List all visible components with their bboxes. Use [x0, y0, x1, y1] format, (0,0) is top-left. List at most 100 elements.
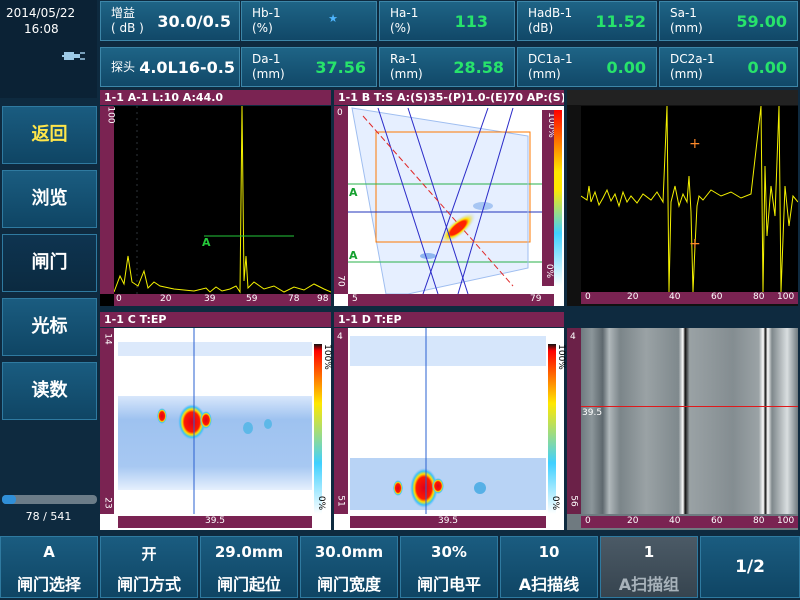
c-scan-pct-top: 100%: [321, 344, 332, 370]
grayscale-x-tick: 60: [711, 516, 723, 526]
hb1-value: ★: [328, 12, 338, 25]
dc1a-value: 0.00: [606, 58, 646, 77]
a-scan-x-ruler: 0 20 39 59 78 98: [114, 294, 331, 306]
sa1-value: 59.00: [736, 12, 787, 31]
c-scan-color-scale: [314, 344, 322, 514]
grayscale-cursor-line: [581, 406, 798, 407]
d-scan-title: 1-1 D T:EP: [334, 312, 564, 327]
a-scan-line-button[interactable]: 10 A扫描线: [500, 536, 598, 598]
d-scan-y-ruler: 4 51: [334, 328, 348, 514]
depth-trace-x-tick: 40: [669, 292, 681, 302]
gate-level-label: 闸门电平: [416, 575, 481, 594]
grayscale-x-tick: 80: [753, 516, 765, 526]
s-scan-y-bot: 70: [335, 275, 346, 287]
menu-browse-button[interactable]: 浏览: [2, 170, 97, 228]
ra1-cell[interactable]: Ra-1 (mm) 28.58: [379, 47, 515, 87]
gate-start-value: 29.0mm: [214, 543, 284, 561]
gate-start-button[interactable]: 29.0mm 闸门起位: [200, 536, 298, 598]
a-scan-group-button[interactable]: 1 A扫描组: [600, 536, 698, 598]
a-scan-gate-label: A: [202, 236, 211, 249]
gate-width-button[interactable]: 30.0mm 闸门宽度: [300, 536, 398, 598]
gate-mode-label: 闸门方式: [116, 575, 181, 594]
gain-label: 增益: [111, 6, 136, 20]
hadb1-value: 11.52: [595, 12, 646, 31]
sa1-cell[interactable]: Sa-1 (mm) 59.00: [659, 1, 798, 41]
gate-width-value: 30.0mm: [314, 543, 384, 561]
ha1-label: Ha-1: [390, 6, 419, 20]
d-scan-view[interactable]: 4 51 100% 0% 39.5: [334, 328, 566, 530]
sa1-unit: (mm): [670, 21, 703, 35]
gate-level-button[interactable]: 30% 闸门电平: [400, 536, 498, 598]
gate-mode-button[interactable]: 开 闸门方式: [100, 536, 198, 598]
s-scan-image: [348, 107, 554, 294]
a-scan-x-tick: 98: [317, 294, 329, 304]
depth-trace-signal: + +: [581, 106, 798, 292]
grayscale-cursor-value: 39.5: [582, 408, 603, 418]
dc2a-cell[interactable]: DC2a-1 (mm) 0.00: [659, 47, 798, 87]
c-scan-pct-bot: 0%: [316, 495, 327, 511]
a-scan-view[interactable]: 100 A 0 20 39 59 78 98: [100, 106, 331, 306]
gain-cell[interactable]: 增益( dB ) 30.0/0.5: [100, 1, 240, 41]
date-text: 2014/05/22: [6, 6, 76, 20]
menu-readout-button[interactable]: 读数: [2, 362, 97, 420]
file-progress-fill: [2, 495, 16, 504]
hadb1-cell[interactable]: HadB-1 (dB) 11.52: [517, 1, 657, 41]
ra1-label: Ra-1: [390, 52, 418, 66]
hb1-label: Hb-1: [252, 6, 281, 20]
file-progress-bar[interactable]: [2, 495, 97, 504]
dc1a-unit: (mm): [528, 67, 561, 81]
a-scan-x-tick: 20: [160, 294, 172, 304]
c-scan-view[interactable]: 14 23 100% 0% 39.5: [100, 328, 332, 530]
menu-back-button[interactable]: 返回: [2, 106, 97, 164]
a-scan-title: 1-1 A-1 L:10 A:44.0: [100, 90, 331, 105]
c-scan-y-ruler: 14 23: [100, 328, 114, 514]
ha1-unit: (%): [390, 21, 411, 35]
gate-select-value: A: [43, 543, 55, 561]
s-scan-title: 1-1 B T:S A:(S)35-(P)1.0-(E)70 AP:(S): [334, 90, 564, 105]
a-scan-x-tick: 59: [246, 294, 258, 304]
a-scan-group-label: A扫描组: [618, 575, 680, 594]
dc1a-cell[interactable]: DC1a-1 (mm) 0.00: [517, 47, 657, 87]
grayscale-view[interactable]: 4 56 39.5 0 20 40 60 80 100: [567, 328, 798, 530]
page-indicator: 1/2: [735, 557, 765, 577]
gate-width-label: 闸门宽度: [316, 575, 381, 594]
c-scan-title: 1-1 C T:EP: [100, 312, 331, 327]
probe-label: 探头: [111, 60, 136, 74]
time-text: 16:08: [24, 22, 59, 36]
ra1-value: 28.58: [453, 58, 504, 77]
da1-label: Da-1: [252, 52, 281, 66]
menu-gate-button[interactable]: 闸门: [2, 234, 97, 292]
ha1-cell[interactable]: Ha-1 (%) 113: [379, 1, 515, 41]
status-clock: 2014/05/22 16:08: [0, 0, 97, 98]
depth-trace-x-tick: 0: [585, 292, 591, 302]
depth-trace-x-tick: 100: [777, 292, 795, 302]
svg-text:+: +: [689, 136, 701, 152]
grayscale-y-top: 4: [570, 332, 576, 342]
a-scan-x-tick: 39: [204, 294, 216, 304]
a-scan-line-value: 10: [538, 543, 560, 561]
a-scan-line-label: A扫描线: [518, 575, 580, 594]
s-scan-view[interactable]: 0 70 A A 100% 0% 5 79: [334, 106, 564, 306]
page-toggle-button[interactable]: 1/2: [700, 536, 800, 598]
c-scan-cursor-value: 39.5: [204, 516, 226, 526]
probe-cell[interactable]: 探头 4.0L16-0.5: [100, 47, 240, 87]
s-scan-y-top: 0: [337, 108, 343, 118]
gate-select-button[interactable]: A 闸门选择: [0, 536, 98, 598]
hadb1-label: HadB-1: [528, 6, 573, 20]
gate-select-label: 闸门选择: [16, 575, 81, 594]
depth-trace-x-tick: 80: [753, 292, 765, 302]
menu-cursor-button[interactable]: 光标: [2, 298, 97, 356]
s-scan-gate-a2: A: [349, 249, 358, 262]
hb1-cell[interactable]: Hb-1 (%) ★: [241, 1, 377, 41]
s-scan-y-ruler: 0 70: [334, 106, 348, 294]
c-scan-y-bot: 23: [102, 497, 113, 509]
a-scan-x-tick: 0: [116, 294, 122, 304]
depth-trace-x-ruler: 0 20 40 60 80 100: [581, 292, 798, 304]
grayscale-image: [581, 328, 798, 514]
s-scan-x-tick: 79: [530, 294, 542, 304]
da1-cell[interactable]: Da-1 (mm) 37.56: [241, 47, 377, 87]
ha1-value: 113: [454, 12, 488, 31]
gate-mode-value: 开: [141, 545, 157, 563]
depth-trace-view[interactable]: + + 0 20 40 60 80 100: [567, 90, 798, 306]
d-scan-cursor-value: 39.5: [437, 516, 459, 526]
